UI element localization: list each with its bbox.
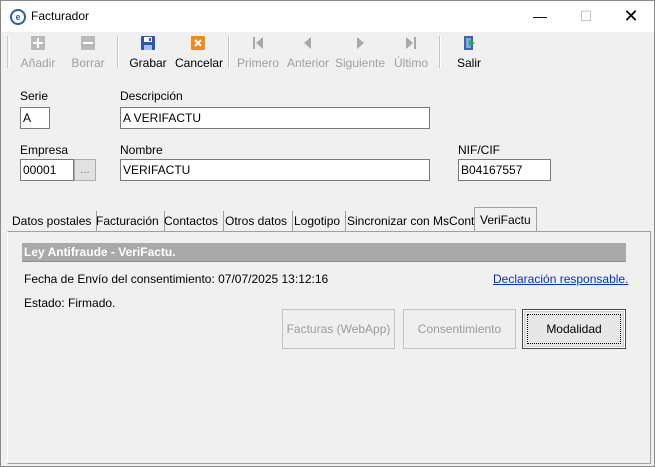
main-window: e Facturador — ☐ ✕ Añadir Borrar Grabar (0, 0, 655, 467)
close-button[interactable]: ✕ (608, 1, 654, 32)
cancel-label: Cancelar (175, 56, 224, 70)
floppy-disk-icon (140, 35, 156, 51)
nif-label: NIF/CIF (458, 143, 500, 157)
add-label: Añadir (20, 56, 56, 70)
next-arrow-icon (352, 35, 368, 51)
fecha-envio-text: Fecha de Envío del consentimiento: 07/07… (24, 272, 329, 286)
tab-logotipo[interactable]: Logotipo (289, 211, 347, 231)
minimize-button[interactable]: — (517, 1, 563, 32)
exit-door-icon (461, 35, 477, 51)
window-title: Facturador (31, 9, 90, 23)
modalidad-button[interactable]: Modalidad (522, 309, 626, 349)
descripcion-label: Descripción (120, 89, 183, 103)
delete-label: Borrar (71, 56, 105, 70)
toolbar: Añadir Borrar Grabar Cancelar Primero An… (1, 32, 654, 72)
maximize-button[interactable]: ☐ (563, 1, 609, 32)
nombre-input[interactable] (120, 159, 430, 181)
facturas-webapp-button[interactable]: Facturas (WebApp) (282, 309, 395, 349)
previous-label: Anterior (286, 56, 330, 70)
last-button[interactable]: Último (389, 35, 433, 70)
first-button[interactable]: Primero (235, 35, 281, 70)
last-label: Último (393, 56, 428, 70)
exit-button[interactable]: Salir (447, 35, 491, 70)
descripcion-input[interactable] (120, 107, 430, 129)
title-bar[interactable]: e Facturador — ☐ ✕ (1, 1, 654, 32)
tab-sincronizar-msconta[interactable]: Sincronizar con MsConta (342, 211, 488, 231)
serie-input[interactable] (20, 107, 50, 129)
toolbar-separator (228, 36, 230, 68)
tab-contactos[interactable]: Contactos (159, 211, 225, 231)
first-record-icon (250, 35, 266, 51)
previous-button[interactable]: Anterior (285, 35, 331, 70)
estado-text: Estado: Firmado. (24, 296, 116, 310)
last-record-icon (403, 35, 419, 51)
consentimiento-button[interactable]: Consentimiento (403, 309, 516, 349)
tab-datos-postales[interactable]: Datos postales (7, 211, 98, 231)
toolbar-separator (439, 36, 441, 68)
save-label: Grabar (129, 56, 167, 70)
toolbar-separator (117, 36, 119, 68)
nombre-label: Nombre (120, 143, 163, 157)
cancel-x-icon (190, 35, 206, 51)
save-button[interactable]: Grabar (124, 35, 172, 70)
plus-icon (30, 35, 46, 51)
empresa-input[interactable] (20, 159, 74, 181)
app-icon: e (10, 9, 26, 25)
declaracion-responsable-link[interactable]: Declaración responsable. (493, 272, 628, 286)
next-label: Siguiente (335, 56, 386, 70)
delete-button[interactable]: Borrar (65, 35, 111, 70)
empresa-label: Empresa (20, 143, 69, 157)
nif-input[interactable] (458, 159, 551, 181)
tab-verifactu[interactable]: VeriFactu (474, 207, 537, 232)
exit-label: Salir (456, 56, 481, 70)
tab-otros-datos[interactable]: Otros datos (220, 211, 294, 231)
add-button[interactable]: Añadir (15, 35, 61, 70)
focus-indicator (527, 314, 621, 344)
cancel-button[interactable]: Cancelar (175, 35, 224, 70)
toolbar-grip[interactable] (7, 36, 10, 68)
minus-icon (80, 35, 96, 51)
previous-arrow-icon (300, 35, 316, 51)
tab-facturacion[interactable]: Facturación (91, 211, 165, 231)
first-label: Primero (236, 56, 279, 70)
serie-label: Serie (20, 89, 49, 103)
next-button[interactable]: Siguiente (335, 35, 386, 70)
empresa-lookup-button[interactable]: ... (74, 159, 96, 181)
section-header: Ley Antifraude - VeriFactu. (22, 243, 626, 262)
